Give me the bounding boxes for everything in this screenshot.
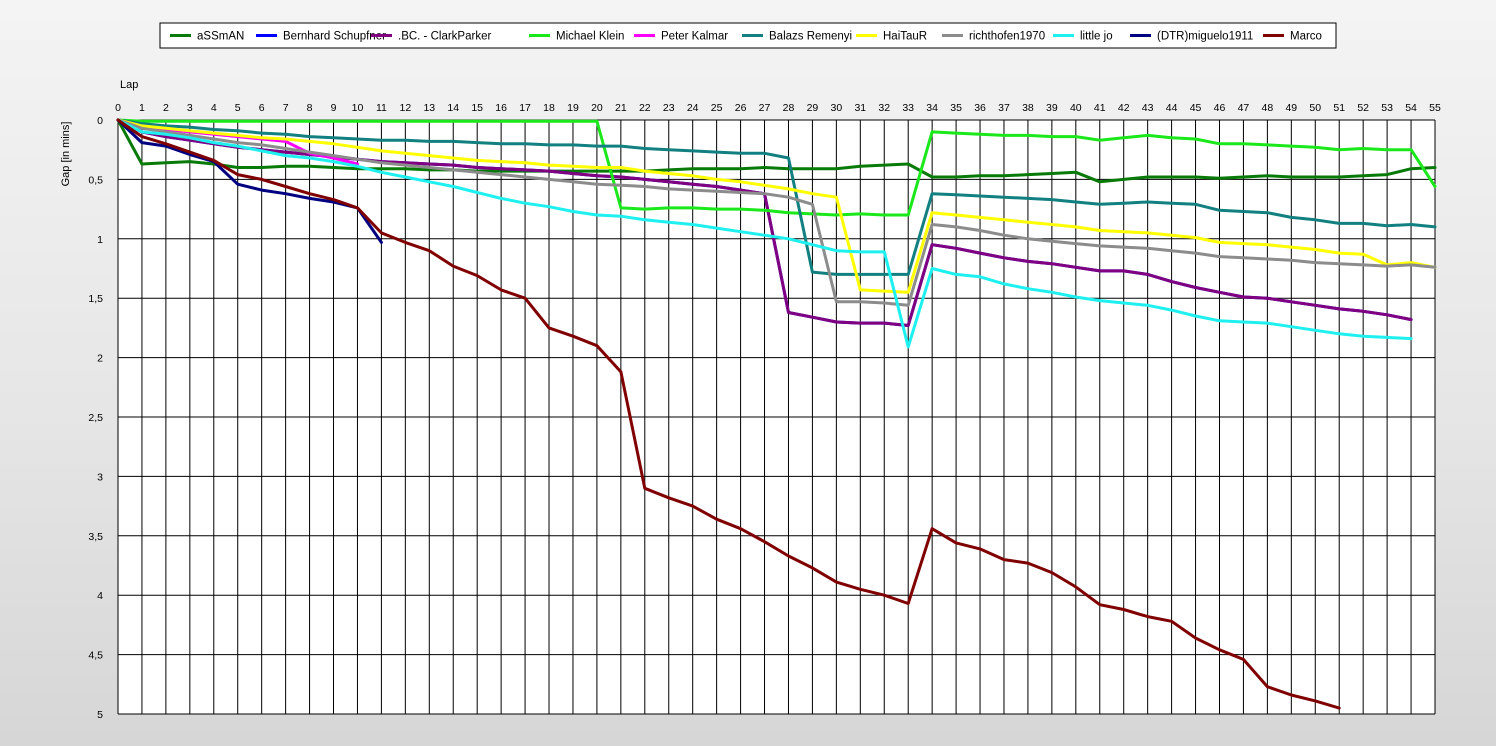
x-tick-label: 22: [639, 102, 651, 114]
y-tick-label: 5: [97, 709, 103, 721]
x-tick-label: 19: [567, 102, 579, 114]
x-tick-label: 3: [187, 102, 193, 114]
x-tick-label: 34: [926, 102, 938, 114]
x-axis-ticks: 0 1 2 3 4 5 6 7 8 9 10 11 12 13 14 15 16 17 18 19 20 21 22 23 24…: [115, 102, 1441, 114]
x-tick-label: 11: [376, 102, 387, 114]
x-tick-label: 41: [1094, 102, 1106, 114]
x-tick-label: 21: [615, 102, 627, 114]
y-tick-label: 0,5: [88, 174, 103, 186]
x-tick-label: 36: [974, 102, 986, 114]
x-tick-label: 38: [1022, 102, 1034, 114]
x-tick-label: 47: [1238, 102, 1250, 114]
x-tick-label: 18: [543, 102, 555, 114]
x-tick-label: 37: [998, 102, 1010, 114]
x-tick-label: 42: [1118, 102, 1130, 114]
x-tick-label: 30: [831, 102, 843, 114]
legend: aSSmAN Bernhard Schupfner .BC. - ClarkPark…: [159, 22, 1337, 49]
x-tick-label: 5: [235, 102, 241, 114]
legend-label: .BC. - ClarkParker: [398, 31, 491, 43]
x-tick-label: 26: [735, 102, 747, 114]
x-tick-label: 29: [807, 102, 819, 114]
y-axis-ticks: 0 0,5 1 1,5 2 2,5 3 3,5 4 4,5 5: [88, 115, 103, 721]
y-tick-label: 1,5: [88, 293, 103, 305]
legend-label: Marco: [1290, 31, 1322, 43]
legend-label: (DTR)miguelo1911: [1157, 31, 1253, 43]
x-tick-label: 32: [878, 102, 890, 114]
x-tick-label: 51: [1333, 102, 1345, 114]
x-tick-label: 46: [1214, 102, 1226, 114]
x-tick-label: 45: [1190, 102, 1202, 114]
legend-label: Michael Klein: [556, 31, 624, 43]
x-tick-label: 55: [1429, 102, 1441, 114]
legend-label: little jo: [1080, 31, 1113, 43]
y-tick-label: 3: [97, 471, 103, 483]
x-tick-label: 39: [1046, 102, 1058, 114]
lap-gap-chart: aSSmAN Bernhard Schupfner .BC. - ClarkPark…: [60, 22, 1441, 721]
x-tick-label: 7: [283, 102, 289, 114]
x-tick-label: 0: [115, 102, 121, 114]
y-tick-label: 1: [97, 234, 103, 246]
x-tick-label: 28: [783, 102, 795, 114]
y-tick-label: 2,5: [88, 412, 103, 424]
y-tick-label: 0: [97, 115, 103, 127]
x-tick-label: 14: [447, 102, 459, 114]
legend-label: Bernhard Schupfner: [283, 31, 386, 43]
x-tick-label: 12: [400, 102, 412, 114]
x-tick-label: 16: [495, 102, 507, 114]
x-tick-label: 2: [163, 102, 169, 114]
y-axis-title: Gap [in mins]: [60, 122, 72, 187]
x-tick-label: 49: [1285, 102, 1297, 114]
y-tick-label: 4: [97, 590, 103, 602]
x-tick-label: 44: [1166, 102, 1178, 114]
legend-label: richthofen1970: [969, 31, 1045, 43]
x-tick-label: 35: [950, 102, 962, 114]
x-tick-label: 8: [307, 102, 313, 114]
x-tick-label: 15: [471, 102, 483, 114]
x-tick-label: 48: [1262, 102, 1274, 114]
y-tick-label: 2: [97, 353, 103, 365]
x-tick-label: 31: [854, 102, 866, 114]
x-tick-label: 40: [1070, 102, 1082, 114]
legend-label: Peter Kalmar: [661, 31, 728, 43]
x-tick-label: 33: [902, 102, 914, 114]
x-tick-label: 4: [211, 102, 217, 114]
legend-label: HaiTauR: [883, 31, 927, 43]
x-tick-label: 53: [1381, 102, 1393, 114]
x-tick-label: 9: [331, 102, 337, 114]
y-tick-label: 3,5: [88, 531, 103, 543]
x-tick-label: 1: [139, 102, 145, 114]
legend-label: Balazs Remenyi: [769, 31, 852, 43]
x-tick-label: 6: [259, 102, 265, 114]
x-tick-label: 43: [1142, 102, 1154, 114]
x-tick-label: 20: [591, 102, 603, 114]
x-tick-label: 17: [519, 102, 531, 114]
legend-label: aSSmAN: [197, 31, 244, 43]
x-tick-label: 13: [423, 102, 435, 114]
x-tick-label: 24: [687, 102, 699, 114]
y-tick-label: 4,5: [88, 650, 103, 662]
x-tick-label: 50: [1309, 102, 1321, 114]
x-tick-label: 52: [1357, 102, 1369, 114]
x-tick-label: 10: [352, 102, 364, 114]
x-tick-label: 54: [1405, 102, 1417, 114]
x-tick-label: 23: [663, 102, 675, 114]
x-axis-title: Lap: [120, 79, 138, 91]
x-tick-label: 27: [759, 102, 771, 114]
x-tick-label: 25: [711, 102, 723, 114]
